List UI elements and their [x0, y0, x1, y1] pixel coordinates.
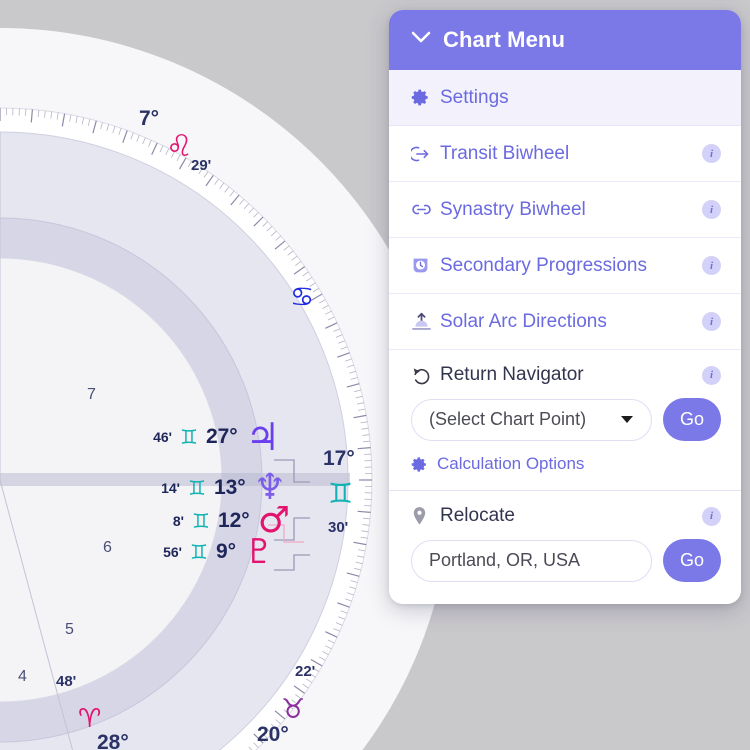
menu-item-label: Secondary Progressions [440, 254, 647, 276]
gear-icon [411, 456, 429, 473]
cusp-minute: 30' [328, 519, 349, 536]
house-number-7: 7 [87, 386, 96, 403]
chart-menu-header[interactable]: Chart Menu [389, 10, 741, 70]
cusp-minute: 48' [56, 673, 77, 690]
pluto-icon: ♇ [244, 532, 275, 572]
chart-menu-panel: Chart Menu Settings Transit Biwheel i Sy… [389, 10, 741, 604]
planet-minute: 56' [163, 544, 182, 560]
relocate-section: Relocate i Portland, OR, USA Go [389, 491, 741, 604]
planet-minute: 14' [161, 480, 180, 496]
chevron-down-icon[interactable] [411, 31, 431, 49]
menu-item-label: Synastry Biwheel [440, 198, 586, 220]
info-icon[interactable]: i [702, 200, 721, 219]
house-number-6: 6 [103, 539, 112, 556]
clock-icon [411, 256, 433, 275]
gemini-sign-icon: ♊ [192, 509, 210, 533]
menu-item-label: Transit Biwheel [440, 142, 570, 164]
menu-item-label: Settings [440, 86, 509, 108]
chevron-down-icon[interactable] [621, 416, 633, 423]
planet-row-pluto[interactable]: 56' ♊ 9° ♇ [158, 532, 275, 572]
cancer-glyph: ♋ [290, 282, 315, 313]
cusp-degree: 7° [139, 107, 160, 130]
calculation-options-link[interactable]: Calculation Options [411, 454, 721, 474]
menu-item-synastry-biwheel[interactable]: Synastry Biwheel i [389, 182, 741, 238]
relocate-label: Relocate [440, 505, 515, 526]
menu-item-solar-arc-directions[interactable]: Solar Arc Directions i [389, 294, 741, 350]
info-icon[interactable]: i [702, 312, 721, 331]
gemini-sign-icon: ♊ [180, 425, 198, 449]
chart-menu-title: Chart Menu [443, 27, 565, 52]
jupiter-icon: ♃ [245, 415, 280, 459]
menu-item-transit-biwheel[interactable]: Transit Biwheel i [389, 126, 741, 182]
planet-degree: 13° [213, 476, 246, 499]
planet-row-jupiter[interactable]: 46' ♊ 27° ♃ [148, 418, 280, 456]
planet-degree: 27° [205, 425, 238, 448]
gear-icon [411, 88, 433, 107]
chart-point-select-value: (Select Chart Point) [429, 409, 587, 429]
menu-item-secondary-progressions[interactable]: Secondary Progressions i [389, 238, 741, 294]
leo-glyph: ♌ [166, 129, 193, 164]
menu-item-settings[interactable]: Settings [389, 70, 741, 126]
house-number-4: 4 [18, 668, 27, 685]
link-icon [411, 202, 433, 217]
return-navigator-label: Return Navigator [440, 364, 584, 385]
gemini-sign-icon: ♊ [190, 540, 208, 564]
house-number-5: 5 [65, 621, 74, 638]
gemini-sign-icon: ♊ [188, 476, 206, 500]
cusp-minute: 29' [191, 157, 212, 174]
info-icon[interactable]: i [702, 365, 721, 385]
planet-degree: 12° [217, 509, 250, 532]
planet-minute: 46' [153, 429, 172, 445]
info-icon[interactable]: i [702, 144, 721, 163]
cusp-degree: 28° [97, 731, 129, 750]
relocate-input[interactable]: Portland, OR, USA [411, 539, 652, 582]
sunrise-icon [411, 312, 433, 331]
map-pin-icon [411, 506, 433, 526]
transit-icon [411, 145, 433, 163]
cusp-degree: 20° [257, 723, 289, 746]
gemini-glyph: ♊ [328, 477, 354, 510]
undo-icon [411, 366, 433, 385]
planet-degree: 9° [215, 540, 237, 563]
return-navigator-go-button[interactable]: Go [663, 398, 721, 441]
return-navigator-section: Return Navigator i (Select Chart Point) … [389, 350, 741, 491]
info-icon[interactable]: i [702, 256, 721, 275]
aries-glyph: ♈ [78, 704, 102, 734]
info-icon[interactable]: i [702, 506, 721, 526]
planet-minute: 8' [172, 513, 184, 529]
relocate-go-button[interactable]: Go [663, 539, 721, 582]
cusp-minute: 22' [295, 663, 316, 680]
chart-point-select[interactable]: (Select Chart Point) [411, 398, 652, 441]
cusp-degree: 17° [323, 447, 355, 470]
calculation-options-label: Calculation Options [437, 454, 585, 473]
menu-item-label: Solar Arc Directions [440, 310, 607, 332]
taurus-glyph: ♉ [281, 694, 306, 725]
